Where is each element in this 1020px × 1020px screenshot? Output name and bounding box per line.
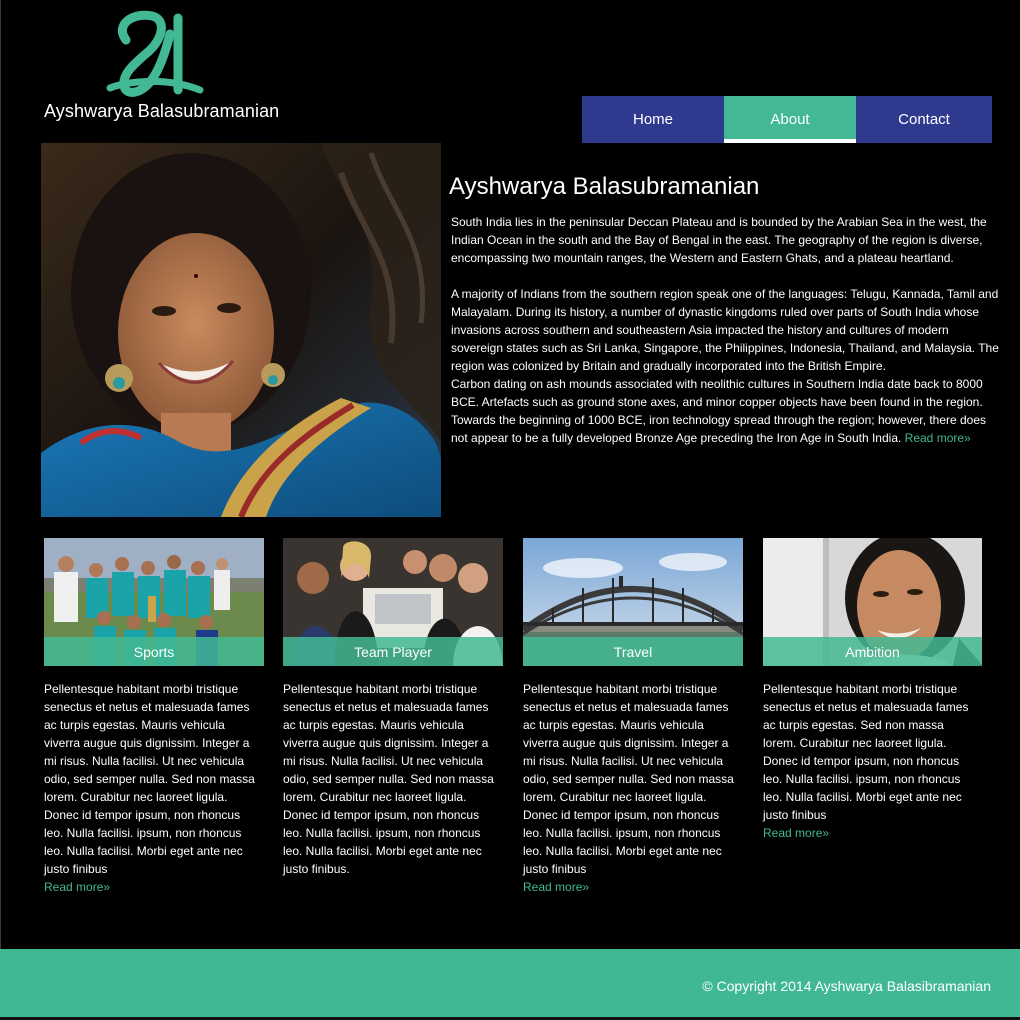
monogram-logo-icon [106, 10, 204, 97]
nav-about[interactable]: About [724, 96, 856, 143]
intro-paragraph-2-text: A majority of Indians from the southern … [451, 287, 999, 373]
site-logo[interactable]: Ayshwarya Balasubramanian [44, 10, 279, 125]
nav-home[interactable]: Home [582, 96, 724, 143]
intro-paragraph-1: South India lies in the peninsular Decca… [451, 215, 987, 265]
page-border [0, 0, 1, 1020]
card-text-sports: Pellentesque habitant morbi tristique se… [44, 682, 255, 876]
feature-card-team-player: Team Player Pellentesque habitant morbi … [283, 538, 505, 878]
feature-card-ambition: Ambition Pellentesque habitant morbi tri… [763, 538, 985, 842]
intro-read-more-link[interactable]: Read more» [905, 431, 971, 445]
card-image-sports: Sports [44, 538, 264, 666]
card-read-more-sports[interactable]: Read more» [44, 878, 266, 896]
intro-paragraph-2: A majority of Indians from the southern … [451, 285, 999, 447]
card-text-team-player: Pellentesque habitant morbi tristique se… [283, 682, 494, 876]
card-image-team-player: Team Player [283, 538, 503, 666]
site-footer: © Copyright 2014 Ayshwarya Balasibramani… [0, 949, 1020, 1017]
card-read-more-travel[interactable]: Read more» [523, 878, 745, 896]
card-caption-team-player: Team Player [283, 637, 503, 666]
card-read-more-ambition[interactable]: Read more» [763, 824, 985, 842]
intro-body: South India lies in the peninsular Decca… [451, 213, 999, 447]
profile-photo-image [41, 143, 441, 517]
card-image-ambition: Ambition [763, 538, 982, 666]
card-caption-travel: Travel [523, 637, 743, 666]
card-caption-ambition: Ambition [763, 637, 982, 666]
profile-photo [41, 143, 441, 517]
card-text-ambition: Pellentesque habitant morbi tristique se… [763, 682, 969, 822]
feature-card-travel: Travel Pellentesque habitant morbi trist… [523, 538, 745, 896]
footer-copyright: © Copyright 2014 Ayshwarya Balasibramani… [702, 978, 991, 994]
intro-title: Ayshwarya Balasubramanian [449, 173, 760, 200]
card-text-travel: Pellentesque habitant morbi tristique se… [523, 682, 734, 876]
feature-card-sports: Sports Pellentesque habitant morbi trist… [44, 538, 266, 896]
card-caption-sports: Sports [44, 637, 264, 666]
card-image-travel: Travel [523, 538, 743, 666]
site-name: Ayshwarya Balasubramanian [44, 101, 280, 121]
main-nav: Home About Contact [582, 96, 992, 143]
nav-contact[interactable]: Contact [856, 96, 992, 143]
